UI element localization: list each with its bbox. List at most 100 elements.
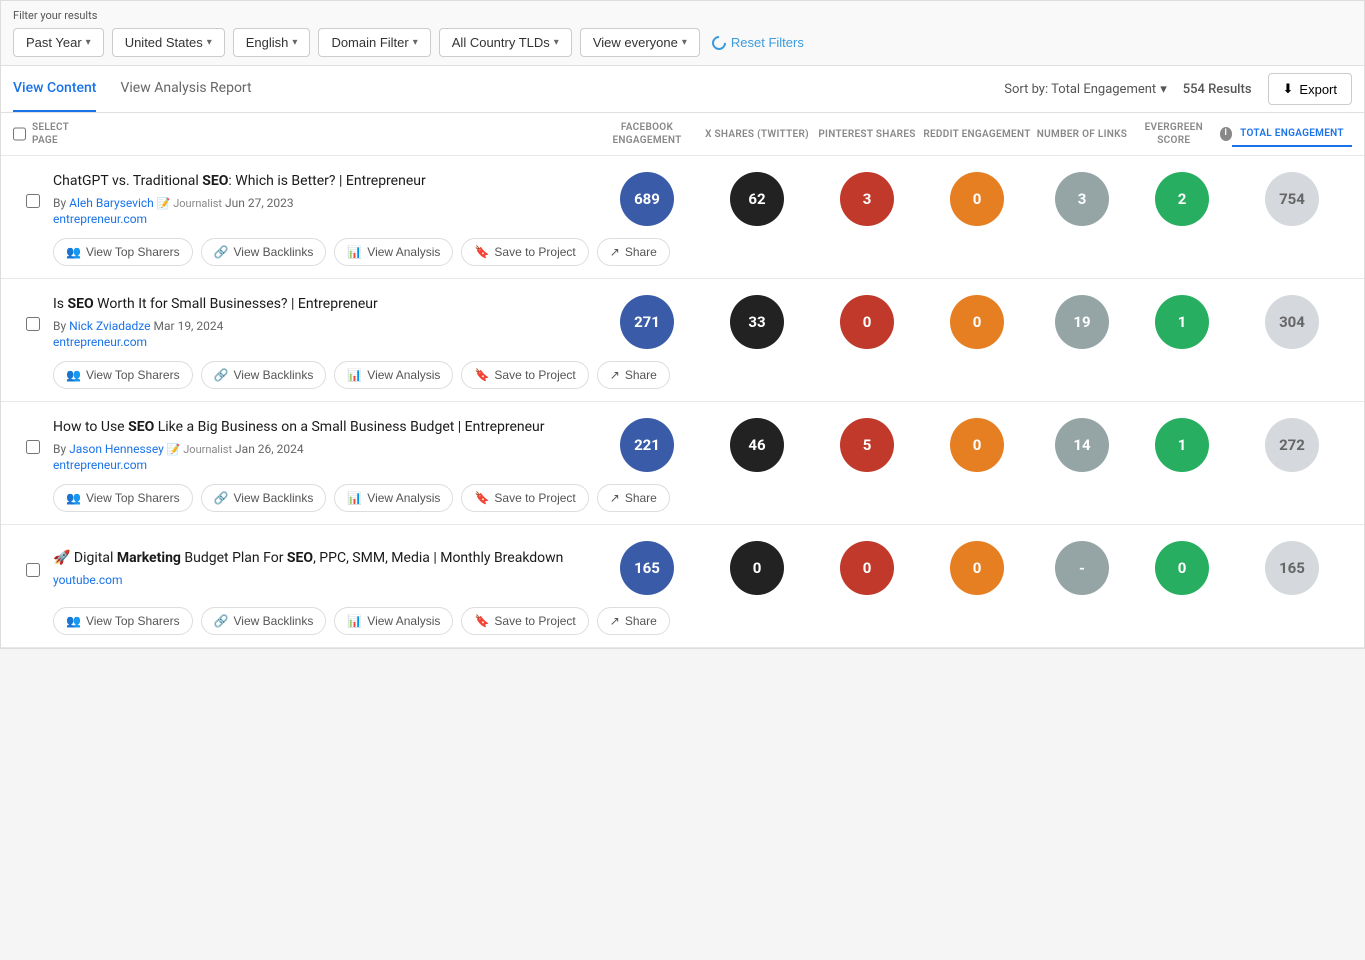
facebook-metric: 165 (592, 541, 702, 595)
action-save-to-project[interactable]: 🔖 Save to Project (461, 238, 588, 266)
select-all-checkbox[interactable] (13, 127, 26, 141)
view-filter[interactable]: View everyone ▾ (580, 28, 700, 57)
article-title: How to Use SEO Like a Big Business on a … (53, 418, 576, 438)
action-save-to-project[interactable]: 🔖 Save to Project (461, 484, 588, 512)
checkbox-cell (13, 559, 53, 577)
action-icon: 🔖 (474, 491, 489, 505)
action-icon: 👥 (66, 245, 81, 259)
author-link[interactable]: Aleh Barysevich (69, 196, 154, 210)
article-meta: By Nick Zviadadze Mar 19, 2024 (53, 319, 576, 333)
links-circle: 14 (1055, 418, 1109, 472)
action-view-analysis[interactable]: 📊 View Analysis (334, 361, 453, 389)
action-icon: ↗ (610, 368, 620, 382)
th-links: Number of Links (1032, 121, 1132, 147)
language-filter[interactable]: English ▾ (233, 28, 311, 57)
action-share[interactable]: ↗ Share (597, 361, 670, 389)
article-domain: entrepreneur.com (53, 458, 576, 472)
evergreen-info-icon[interactable]: i (1220, 127, 1232, 141)
xshares-circle: 46 (730, 418, 784, 472)
pinterest-circle: 5 (840, 418, 894, 472)
language-filter-label: English (246, 35, 289, 50)
article-info: ChatGPT vs. Traditional SEO: Which is Be… (53, 172, 592, 226)
reddit-circle: 0 (950, 418, 1004, 472)
pinterest-metric: 3 (812, 172, 922, 226)
article-domain: youtube.com (53, 573, 576, 587)
article-title: Is SEO Worth It for Small Businesses? | … (53, 295, 576, 315)
reset-filters-button[interactable]: Reset Filters (712, 35, 804, 50)
action-save-to-project[interactable]: 🔖 Save to Project (461, 607, 588, 635)
links-circle: - (1055, 541, 1109, 595)
links-metric: 14 (1032, 418, 1132, 472)
evergreen-circle: 0 (1155, 541, 1209, 595)
facebook-circle: 271 (620, 295, 674, 349)
action-row: 👥 View Top Sharers 🔗 View Backlinks 📊 Vi… (13, 607, 1352, 635)
action-view-analysis[interactable]: 📊 View Analysis (334, 238, 453, 266)
domain-filter-label: Domain Filter (331, 35, 408, 50)
action-label: View Backlinks (234, 368, 314, 382)
action-share[interactable]: ↗ Share (597, 238, 670, 266)
action-icon: 👥 (66, 491, 81, 505)
row-checkbox-2[interactable] (26, 317, 40, 331)
xshares-circle: 33 (730, 295, 784, 349)
xshares-circle: 0 (730, 541, 784, 595)
xshares-metric: 46 (702, 418, 812, 472)
action-view-top-sharers[interactable]: 👥 View Top Sharers (53, 361, 193, 389)
action-icon: 📊 (347, 368, 362, 382)
action-icon: 📊 (347, 245, 362, 259)
xshares-metric: 62 (702, 172, 812, 226)
xshares-circle: 62 (730, 172, 784, 226)
filter-row: Past Year ▾ United States ▾ English ▾ Do… (13, 28, 1352, 65)
chevron-down-icon: ▾ (413, 37, 418, 48)
action-view-analysis[interactable]: 📊 View Analysis (334, 607, 453, 635)
evergreen-metric: 1 (1132, 295, 1232, 349)
xshares-metric: 0 (702, 541, 812, 595)
action-view-backlinks[interactable]: 🔗 View Backlinks (201, 484, 327, 512)
time-filter[interactable]: Past Year ▾ (13, 28, 104, 57)
tld-filter[interactable]: All Country TLDs ▾ (439, 28, 572, 57)
tab-view-analysis[interactable]: View Analysis Report (120, 66, 251, 112)
reset-filters-label: Reset Filters (731, 35, 804, 50)
action-view-backlinks[interactable]: 🔗 View Backlinks (201, 361, 327, 389)
action-view-top-sharers[interactable]: 👥 View Top Sharers (53, 484, 193, 512)
country-filter[interactable]: United States ▾ (112, 28, 225, 57)
action-label: Share (625, 491, 657, 505)
th-reddit: Reddit Engagement (922, 121, 1032, 147)
row-checkbox-1[interactable] (26, 194, 40, 208)
table-row: ChatGPT vs. Traditional SEO: Which is Be… (1, 156, 1364, 279)
tab-view-content[interactable]: View Content (13, 66, 96, 112)
row-checkbox-4[interactable] (26, 563, 40, 577)
tld-filter-label: All Country TLDs (452, 35, 550, 50)
th-total: Total Engagement (1232, 121, 1352, 147)
action-view-top-sharers[interactable]: 👥 View Top Sharers (53, 607, 193, 635)
table-header: Select Page Facebook Engagement X Shares… (1, 113, 1364, 156)
domain-filter[interactable]: Domain Filter ▾ (318, 28, 430, 57)
action-view-backlinks[interactable]: 🔗 View Backlinks (201, 607, 327, 635)
action-view-analysis[interactable]: 📊 View Analysis (334, 484, 453, 512)
action-icon: 🔗 (214, 614, 229, 628)
action-share[interactable]: ↗ Share (597, 484, 670, 512)
action-view-backlinks[interactable]: 🔗 View Backlinks (201, 238, 327, 266)
checkbox-cell (13, 313, 53, 331)
action-label: Save to Project (494, 245, 575, 259)
country-filter-label: United States (125, 35, 203, 50)
facebook-circle: 221 (620, 418, 674, 472)
chevron-down-icon: ▾ (86, 37, 91, 48)
export-button[interactable]: ⬇ Export (1268, 73, 1352, 105)
action-save-to-project[interactable]: 🔖 Save to Project (461, 361, 588, 389)
row-checkbox-3[interactable] (26, 440, 40, 454)
table-row: 🚀 Digital Marketing Budget Plan For SEO,… (1, 525, 1364, 648)
evergreen-circle: 1 (1155, 418, 1209, 472)
links-circle: 19 (1055, 295, 1109, 349)
table-row: How to Use SEO Like a Big Business on a … (1, 402, 1364, 525)
action-view-top-sharers[interactable]: 👥 View Top Sharers (53, 238, 193, 266)
sort-selector[interactable]: Sort by: Total Engagement ▾ 554 Results (1004, 82, 1251, 97)
author-link[interactable]: Jason Hennessey (69, 442, 164, 456)
action-icon: 🔗 (214, 368, 229, 382)
reddit-metric: 0 (922, 541, 1032, 595)
action-label: Share (625, 368, 657, 382)
row-inner: 🚀 Digital Marketing Budget Plan For SEO,… (13, 541, 1352, 595)
checkbox-cell (13, 190, 53, 208)
author-link[interactable]: Nick Zviadadze (69, 319, 150, 333)
action-share[interactable]: ↗ Share (597, 607, 670, 635)
total-metric: 754 (1232, 172, 1352, 226)
